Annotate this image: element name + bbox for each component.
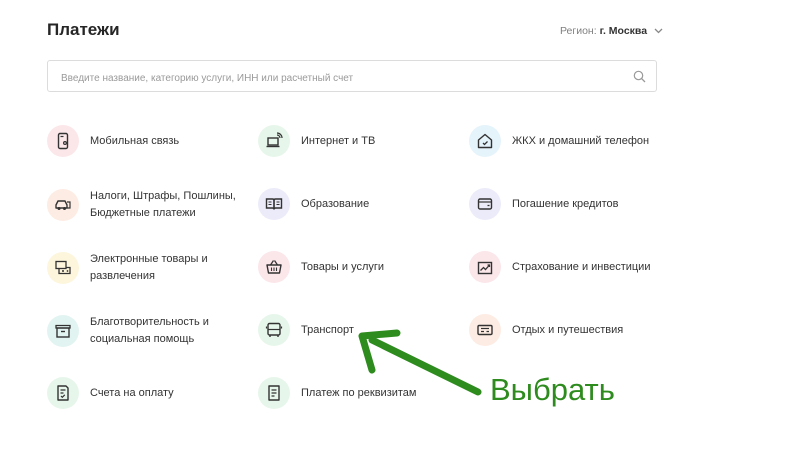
annotation-arrow xyxy=(358,329,482,396)
annotation-text: Выбрать xyxy=(490,372,615,407)
